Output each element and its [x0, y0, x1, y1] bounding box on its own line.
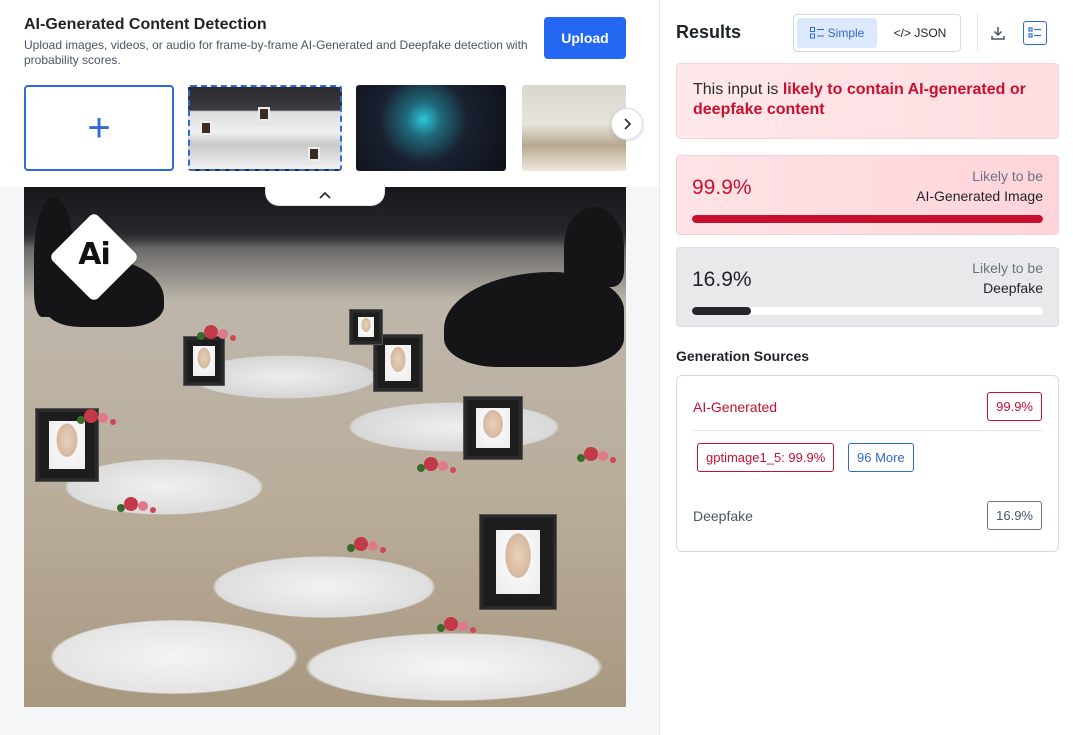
thumbnail-detail [258, 107, 270, 121]
verdict-prefix: This input is [693, 81, 783, 98]
view-toggle: Simple </> JSON [793, 14, 961, 52]
report-button[interactable] [1023, 21, 1047, 45]
flower-decoration [354, 537, 368, 551]
ai-score-bar [692, 215, 1043, 223]
ai-score-value: 99.9% [692, 176, 752, 199]
page-title: AI-Generated Content Detection [24, 16, 267, 33]
deepfake-score-bar [692, 307, 1043, 315]
toolbar-divider [977, 14, 978, 50]
ai-score-caption: Likely to be [972, 168, 1043, 184]
ai-score-bar-fill [692, 215, 1043, 223]
download-button[interactable] [986, 21, 1010, 45]
ai-generated-score-card: 99.9% Likely to be AI-Generated Image [676, 155, 1059, 235]
thumbnail-detail [200, 121, 212, 135]
more-models-button[interactable]: 96 More [848, 443, 914, 472]
add-media-button[interactable]: + [24, 85, 174, 171]
generation-sources-box: AI-Generated 99.9% gptimage1_5: 99.9% 96… [676, 375, 1059, 552]
page-subtitle: Upload images, videos, or audio for fram… [24, 38, 528, 67]
chevron-right-icon [624, 118, 632, 130]
flower-decoration [124, 497, 138, 511]
thumbnail-selected[interactable] [188, 85, 342, 171]
view-simple-button[interactable]: Simple [797, 18, 877, 48]
view-json-button[interactable]: </> JSON [882, 18, 958, 48]
portrait-frame [184, 337, 224, 385]
media-preview: Ai [24, 187, 626, 707]
portrait-frame [464, 397, 522, 459]
upload-header: AI-Generated Content Detection Upload im… [0, 0, 659, 187]
ai-generated-source-badge: 99.9% [987, 392, 1042, 421]
deepfake-score-label: Deepfake [983, 280, 1043, 296]
deepfake-score-bar-fill [692, 307, 752, 315]
portrait-frame [350, 310, 382, 344]
verdict-alert: This input is likely to contain AI-gener… [676, 63, 1059, 139]
deepfake-source-badge: 16.9% [987, 501, 1042, 530]
download-icon [991, 27, 1005, 40]
ai-generated-source-label: AI-Generated [693, 399, 778, 415]
flower-decoration [444, 617, 458, 631]
chevron-up-icon [319, 191, 331, 199]
results-panel: Results Simple </> JSON This input is li… [659, 0, 1073, 735]
flower-decoration [584, 447, 598, 461]
ai-score-label: AI-Generated Image [916, 188, 1043, 204]
sources-divider [693, 430, 1043, 431]
thumbnail-strip: + [24, 84, 626, 172]
deepfake-score-card: 16.9% Likely to be Deepfake [676, 247, 1059, 327]
thumbnail-item[interactable] [522, 85, 626, 171]
collapse-thumbnails-button[interactable] [265, 184, 385, 206]
upload-button[interactable]: Upload [544, 17, 626, 59]
generation-sources-title: Generation Sources [676, 348, 810, 364]
next-thumbnails-button[interactable] [611, 108, 643, 140]
view-json-label: </> JSON [893, 26, 947, 40]
flower-decoration [424, 457, 438, 471]
deepfake-score-value: 16.9% [692, 268, 752, 291]
list-icon [809, 27, 824, 39]
upload-panel: AI-Generated Content Detection Upload im… [0, 0, 659, 735]
plus-icon: + [87, 106, 111, 150]
portrait-frame [480, 515, 556, 609]
ai-badge-label: Ai [78, 237, 111, 272]
thumbnail-detail [308, 147, 320, 161]
deepfake-source-label: Deepfake [693, 508, 753, 524]
flower-decoration [84, 409, 98, 423]
view-simple-label: Simple [827, 26, 865, 40]
preview-figure [564, 207, 624, 287]
thumbnail-item[interactable] [356, 85, 506, 171]
model-tag[interactable]: gptimage1_5: 99.9% [697, 443, 835, 472]
report-icon [1028, 27, 1041, 38]
results-title: Results [676, 22, 742, 42]
deepfake-score-caption: Likely to be [972, 260, 1043, 276]
flower-decoration [204, 325, 218, 339]
